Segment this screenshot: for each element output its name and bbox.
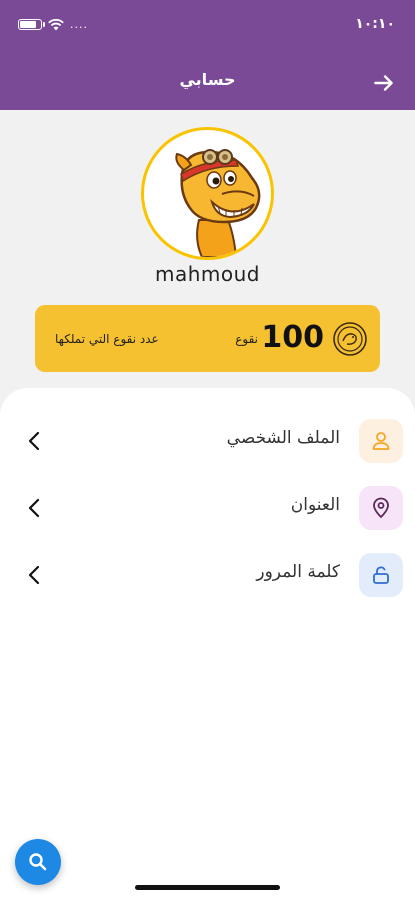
wifi-icon (48, 18, 64, 30)
chevron-left-icon (28, 565, 40, 585)
chevron-left-icon (28, 498, 40, 518)
menu-item-address[interactable]: العنوان (0, 481, 415, 537)
menu-icon-box (359, 419, 403, 463)
lock-icon (373, 566, 389, 584)
username: mahmoud (154, 262, 260, 286)
coin-icon (333, 322, 367, 356)
search-icon (29, 853, 47, 871)
location-pin-icon (373, 497, 389, 518)
home-indicator (135, 885, 280, 890)
user-icon (372, 432, 390, 450)
menu-item-label: كلمة المرور (256, 562, 340, 582)
status-indicators: .... (18, 18, 88, 31)
points-card: عدد نقوع التي تملكها نقوع 100 (35, 305, 380, 372)
menu-item-password[interactable]: كلمة المرور (0, 548, 415, 604)
menu-item-label: الملف الشخصي (226, 428, 340, 448)
search-button[interactable] (15, 839, 61, 885)
points-value: 100 (261, 320, 324, 355)
menu-icon-box (359, 486, 403, 530)
camel-mascot-icon (175, 149, 261, 257)
status-time: ١٠:١٠ (355, 16, 395, 32)
points-unit: نقوع (235, 332, 258, 346)
status-bar: .... ١٠:١٠ (0, 0, 415, 56)
carrier-text: .... (70, 18, 88, 31)
chevron-left-icon (28, 431, 40, 451)
battery-icon (18, 19, 45, 30)
arrow-right-icon[interactable] (371, 70, 397, 96)
avatar (141, 127, 274, 260)
app-bar: حسابي (0, 56, 415, 110)
points-description: عدد نقوع التي تملكها (55, 332, 159, 346)
menu-item-profile[interactable]: الملف الشخصي (0, 414, 415, 470)
menu-item-label: العنوان (290, 495, 340, 515)
menu-sheet: الملف الشخصي العنوان كلمة المرور (0, 388, 415, 900)
menu-icon-box (359, 553, 403, 597)
page-title: حسابي (179, 70, 236, 89)
